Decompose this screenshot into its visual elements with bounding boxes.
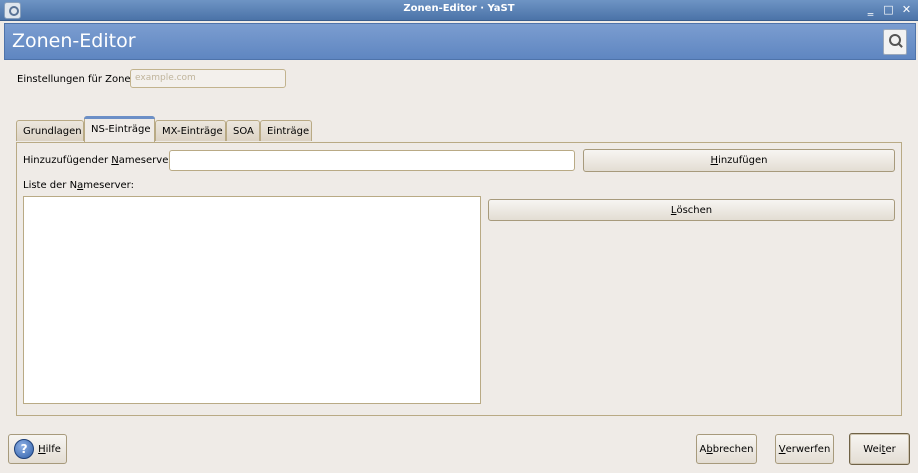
minimize-icon[interactable]: ‗ <box>864 3 877 16</box>
help-label: Hilfe <box>38 443 61 455</box>
window-title: Zonen-Editor · YaST <box>403 3 515 14</box>
add-nameserver-label: Hinzuzufügender Nameserver: <box>23 155 176 166</box>
maximize-icon[interactable]: □ <box>882 3 895 16</box>
close-icon[interactable]: ✕ <box>900 3 913 16</box>
help-icon: ? <box>14 439 35 459</box>
delete-button[interactable]: Löschen <box>488 199 895 221</box>
tab-mx-eintraege[interactable]: MX-Einträge <box>155 120 226 141</box>
tab-soa[interactable]: SOA <box>226 120 260 141</box>
zone-name-field[interactable]: example.com <box>130 69 286 88</box>
zone-settings-label: Einstellungen für Zone <box>17 74 131 85</box>
next-button[interactable]: Wei t er <box>849 433 910 465</box>
dialog-title: Zonen-Editor <box>12 30 136 52</box>
nameserver-input[interactable] <box>169 150 575 171</box>
dialog-header: Zonen-Editor <box>4 23 916 60</box>
search-document-icon <box>883 29 907 55</box>
window-titlebar[interactable]: Zonen-Editor · YaST ‗ □ ✕ <box>0 0 918 21</box>
tab-ns-eintraege[interactable]: NS-Einträge <box>84 116 155 142</box>
tab-grundlagen[interactable]: Grundlagen <box>16 120 84 141</box>
nameserver-list-label: Liste der Nameserver: <box>23 180 134 191</box>
cancel-button[interactable]: Ab brechen <box>696 434 757 464</box>
nameserver-list[interactable] <box>23 196 481 404</box>
tab-eintraege[interactable]: Einträge <box>260 120 312 141</box>
discard-button[interactable]: Verwerfen <box>775 434 834 464</box>
help-button[interactable]: ? Hilfe <box>8 434 67 464</box>
add-button[interactable]: Hinzufügen <box>583 149 895 172</box>
tab-panel-ns: Hinzuzufügender Nameserver: Hinzufügen L… <box>16 142 902 416</box>
